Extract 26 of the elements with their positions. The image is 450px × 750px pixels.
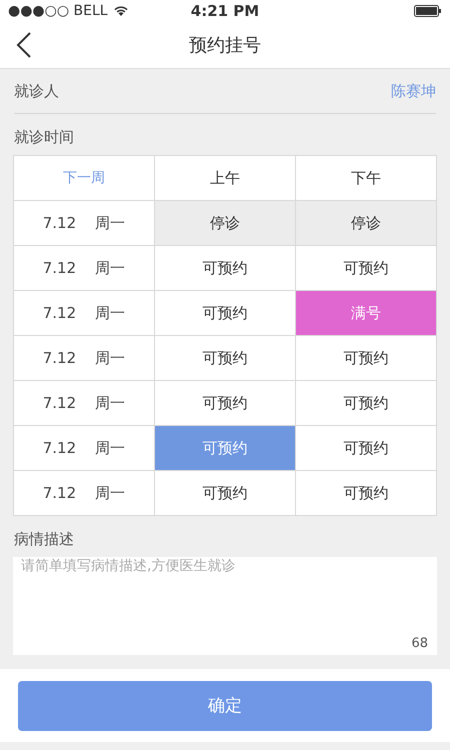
status-time: 4:21 PM: [190, 2, 260, 20]
slot-cell[interactable]: 可预约: [154, 470, 296, 516]
date-cell: 7.12 周一: [14, 426, 154, 470]
slot-cell: 停诊: [296, 200, 436, 246]
slot-cell[interactable]: 可预约: [296, 380, 436, 426]
date-cell: 7.12 周一: [14, 470, 154, 516]
slot-cell[interactable]: 可预约: [296, 336, 436, 380]
wifi-icon: [112, 5, 129, 17]
patient-label: 就诊人: [14, 82, 59, 100]
section-label: 就诊时间: [14, 128, 74, 146]
page-title: 预约挂号: [189, 34, 261, 57]
section-label: 病情描述: [14, 530, 74, 548]
date-cell: 7.12 周一: [14, 336, 154, 380]
date-cell: 7.12 周一: [14, 200, 154, 246]
slot-cell[interactable]: 可预约: [296, 426, 436, 470]
slot-cell[interactable]: 可预约: [296, 470, 436, 516]
date-cell: 7.12 周一: [14, 246, 154, 290]
battery-icon: [414, 5, 442, 17]
date-cell: 7.12 周一: [14, 290, 154, 336]
slot-cell[interactable]: 可预约: [154, 336, 296, 380]
carrier-label: ●●●○○ BELL: [8, 3, 108, 19]
char-counter: 68: [411, 636, 428, 651]
slot-cell: 满号: [296, 290, 436, 336]
slot-cell[interactable]: 可预约: [154, 246, 296, 290]
date-cell: 7.12 周一: [14, 380, 154, 426]
slot-cell: 停诊: [154, 200, 296, 246]
